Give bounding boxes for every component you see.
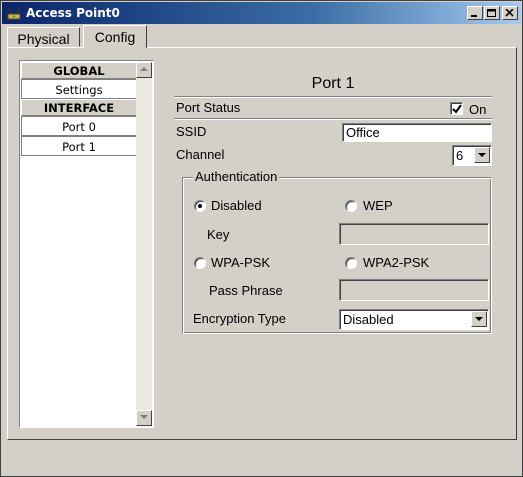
sidebar-header-global: GLOBAL bbox=[21, 62, 137, 79]
sidebar: GLOBAL Settings INTERFACE Port 0 Port 1 bbox=[19, 60, 154, 428]
authentication-group: Authentication Disabled WEP Key WPA-PSK … bbox=[182, 169, 492, 334]
channel-select[interactable]: 6 bbox=[452, 145, 492, 166]
sidebar-item-settings[interactable]: Settings bbox=[21, 79, 137, 99]
close-button[interactable] bbox=[502, 6, 518, 20]
arrow-up-icon bbox=[140, 67, 148, 71]
minimize-button[interactable] bbox=[467, 6, 483, 20]
encryption-type-label: Encryption Type bbox=[193, 311, 286, 326]
sidebar-item-port-1[interactable]: Port 1 bbox=[21, 136, 137, 156]
minimize-icon bbox=[471, 15, 477, 17]
config-panel: GLOBAL Settings INTERFACE Port 0 Port 1 … bbox=[7, 47, 517, 440]
ssid-label: SSID bbox=[176, 124, 207, 139]
encryption-dropdown-button[interactable] bbox=[471, 311, 487, 327]
sidebar-item-port-0[interactable]: Port 0 bbox=[21, 116, 137, 136]
divider bbox=[174, 96, 492, 98]
access-point-icon bbox=[7, 6, 21, 20]
divider bbox=[174, 118, 492, 120]
window-title: Access Point0 bbox=[26, 6, 120, 20]
page-title: Port 1 bbox=[311, 75, 355, 92]
port-status-checkbox[interactable] bbox=[450, 102, 463, 115]
key-input[interactable] bbox=[339, 223, 489, 245]
auth-wpa2-psk-label: WPA2-PSK bbox=[363, 255, 430, 270]
auth-wep-radio[interactable] bbox=[345, 200, 357, 212]
port-settings: Port 1 Port Status On SSID Office Channe… bbox=[174, 68, 494, 398]
authentication-legend: Authentication bbox=[193, 169, 280, 184]
chevron-down-icon bbox=[475, 317, 483, 321]
title-bar[interactable]: Access Point0 bbox=[2, 2, 521, 24]
sidebar-header-interface: INTERFACE bbox=[21, 99, 137, 116]
sidebar-scrollbar[interactable] bbox=[136, 62, 152, 426]
tab-physical[interactable]: Physical bbox=[7, 27, 80, 47]
check-icon bbox=[452, 104, 462, 114]
auth-wpa2-psk-radio[interactable] bbox=[345, 257, 357, 269]
auth-disabled-label: Disabled bbox=[211, 198, 262, 213]
encryption-type-select[interactable]: Disabled bbox=[339, 309, 489, 330]
channel-label: Channel bbox=[176, 147, 225, 162]
port-status-on-label: On bbox=[469, 102, 487, 117]
auth-wep-label: WEP bbox=[363, 198, 393, 213]
auth-wpa-psk-label: WPA-PSK bbox=[211, 255, 270, 270]
maximize-icon bbox=[487, 9, 496, 17]
maximize-button[interactable] bbox=[484, 6, 500, 20]
radio-selected-dot bbox=[198, 204, 202, 208]
tab-config[interactable]: Config bbox=[83, 25, 147, 48]
port-status-label: Port Status bbox=[176, 100, 241, 115]
pass-phrase-input[interactable] bbox=[339, 279, 489, 301]
scroll-up-button[interactable] bbox=[136, 62, 152, 78]
close-icon bbox=[505, 9, 514, 17]
sidebar-list: GLOBAL Settings INTERFACE Port 0 Port 1 bbox=[21, 62, 137, 156]
chevron-down-icon bbox=[478, 153, 486, 157]
channel-dropdown-button[interactable] bbox=[474, 147, 490, 163]
key-label: Key bbox=[207, 227, 230, 242]
scroll-down-button[interactable] bbox=[136, 410, 152, 426]
auth-wpa-psk-radio[interactable] bbox=[194, 257, 206, 269]
arrow-down-icon bbox=[140, 415, 148, 419]
ssid-input[interactable]: Office bbox=[342, 123, 492, 142]
app-window: Access Point0 Physical Config GLOBAL Set… bbox=[0, 0, 523, 477]
encryption-type-value: Disabled bbox=[343, 312, 394, 327]
pass-phrase-label: Pass Phrase bbox=[209, 283, 283, 298]
auth-disabled-radio[interactable] bbox=[194, 200, 206, 212]
channel-value: 6 bbox=[456, 148, 464, 163]
